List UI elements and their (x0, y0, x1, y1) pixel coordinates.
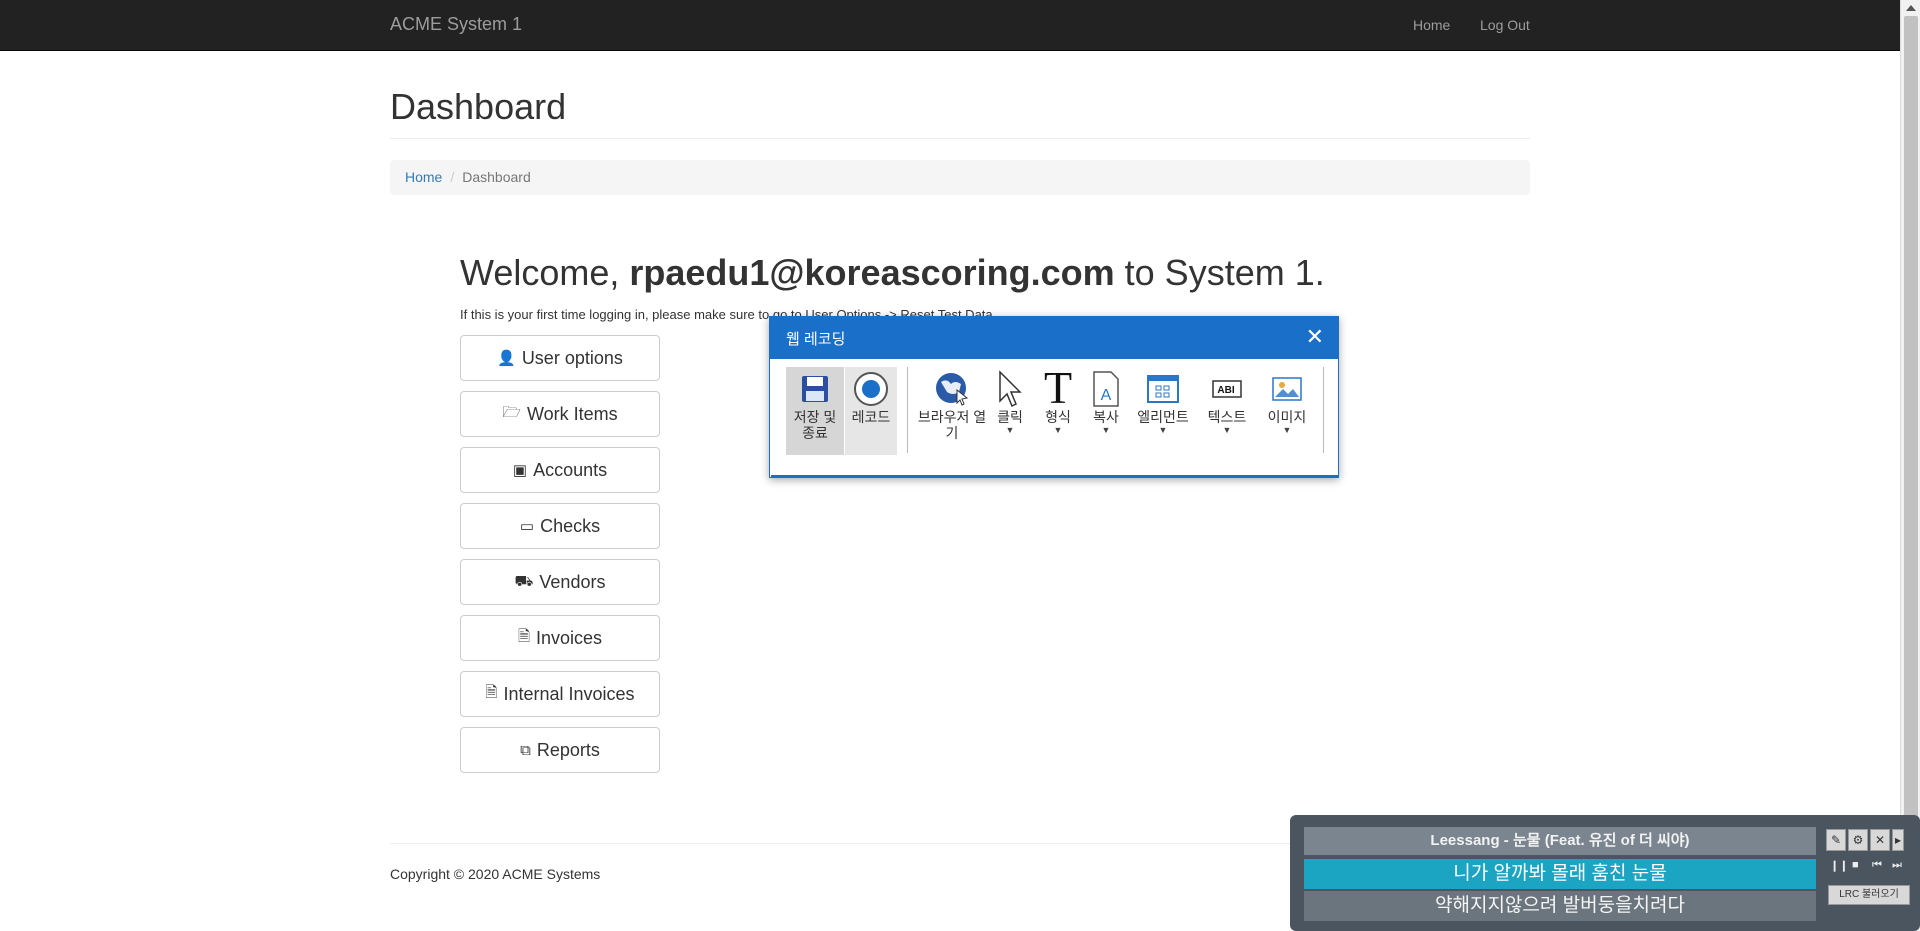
button-label: Reports (536, 739, 600, 760)
toolbar-separator (907, 367, 908, 453)
web-recording-dialog: 웹 레코딩 ✕ 저장 및 종료 레코드 브라우저 열기 클릭 ▼ T 형식 ▼ (769, 316, 1339, 478)
close-icon[interactable]: ✕ (1306, 324, 1324, 350)
save-and-exit-button[interactable]: 저장 및 종료 (786, 367, 844, 455)
text-tool-button[interactable]: ABI 텍스트 ▼ (1202, 367, 1252, 455)
nav-logout-link[interactable]: Log Out (1480, 17, 1530, 33)
breadcrumb-current: Dashboard (462, 169, 531, 185)
chevron-down-icon[interactable]: ▼ (1036, 425, 1080, 435)
dialog-titlebar[interactable]: 웹 레코딩 ✕ (770, 317, 1338, 359)
brand-link[interactable]: ACME System 1 (390, 14, 522, 35)
image-icon (1260, 367, 1314, 409)
text-t-icon: T (1043, 362, 1073, 413)
button-label: Accounts (533, 459, 608, 480)
next-icon[interactable]: ⏭ (1892, 859, 1902, 872)
record-button[interactable]: 레코드 (845, 367, 897, 455)
current-lyric-line: 니가 알까봐 몰래 훔친 눈물 (1304, 859, 1816, 889)
user-options-button[interactable]: 👤 User options (460, 335, 660, 381)
breadcrumb-separator: / (450, 169, 455, 185)
button-label: Invoices (536, 627, 603, 648)
copy-icon: ⧉ (520, 741, 531, 759)
breadcrumb-home-link[interactable]: Home (405, 169, 442, 185)
folder-open-icon: 🗁 (502, 403, 521, 421)
edit-icon[interactable]: ✎ (1826, 829, 1846, 851)
pause-icon[interactable]: ❙❙ (1830, 859, 1848, 872)
lyrics-player: Leessang - 눈물 (Feat. 유진 of 더 씨야) 니가 알까봐 … (1290, 815, 1920, 931)
scroll-up-arrow[interactable] (1901, 0, 1920, 16)
welcome-heading: Welcome, rpaedu1@koreascoring.com to Sys… (460, 252, 1325, 294)
chevron-down-icon[interactable]: ▼ (990, 425, 1030, 435)
chevron-down-icon[interactable]: ▼ (1084, 425, 1128, 435)
credit-card-icon: ▭ (519, 518, 535, 535)
breadcrumb: Home / Dashboard (390, 160, 1530, 195)
scroll-thumb[interactable] (1904, 16, 1918, 916)
title-divider (390, 138, 1530, 139)
record-label: 레코드 (851, 409, 891, 425)
truck-icon: ⛟ (514, 572, 534, 590)
type-label: 형식 (1045, 409, 1071, 425)
stop-icon[interactable]: ■ (1852, 859, 1859, 871)
save-label: 저장 및 종료 (793, 409, 837, 441)
open-browser-button[interactable]: 브라우저 열기 (917, 367, 987, 455)
globe-cursor-icon (917, 367, 987, 409)
record-icon (845, 367, 897, 409)
load-lrc-button[interactable]: LRC 불러오기 (1828, 885, 1910, 905)
welcome-suffix: to System 1. (1114, 252, 1325, 293)
invoices-button[interactable]: 🗎 Invoices (460, 615, 660, 661)
next-lyric-line: 약해지지않으려 발버둥을치려다 (1304, 891, 1816, 921)
copyright: Copyright © 2020 ACME Systems (390, 866, 601, 882)
type-tool-button[interactable]: T 형식 ▼ (1036, 362, 1080, 455)
button-label: Work Items (526, 403, 618, 424)
floppy-disk-icon (786, 367, 844, 409)
accounts-button[interactable]: ▣ Accounts (460, 447, 660, 493)
lyrics-display: Leessang - 눈물 (Feat. 유진 of 더 씨야) 니가 알까봐 … (1304, 827, 1816, 923)
user-icon: 👤 (497, 350, 516, 367)
page-title: Dashboard (390, 86, 567, 127)
svg-text:A: A (1101, 387, 1112, 404)
user-email: rpaedu1@koreascoring.com (629, 252, 1115, 293)
money-icon: ▣ (512, 462, 528, 479)
click-label: 클릭 (997, 409, 1023, 425)
document-a-icon: A (1084, 367, 1128, 409)
file-text-icon: 🗎 (485, 683, 498, 701)
previous-icon[interactable]: ⏮ (1872, 859, 1882, 872)
image-label: 이미지 (1267, 409, 1307, 425)
work-items-button[interactable]: 🗁 Work Items (460, 391, 660, 437)
reports-button[interactable]: ⧉ Reports (460, 727, 660, 773)
open-browser-label: 브라우저 열기 (917, 409, 987, 441)
chevron-down-icon[interactable]: ▼ (1132, 425, 1194, 435)
button-label: Internal Invoices (503, 683, 635, 704)
copy-label: 복사 (1093, 409, 1119, 425)
close-icon[interactable]: ✕ (1870, 829, 1890, 851)
dialog-bottom-border (771, 475, 1339, 477)
checks-button[interactable]: ▭ Checks (460, 503, 660, 549)
page-scrollbar[interactable] (1900, 0, 1920, 931)
button-label: User options (521, 347, 623, 368)
dialog-title: 웹 레코딩 (786, 331, 846, 348)
image-tool-button[interactable]: 이미지 ▼ (1260, 367, 1314, 455)
settings-icon[interactable]: ⚙ (1848, 829, 1868, 851)
chevron-down-icon[interactable]: ▼ (1202, 425, 1252, 435)
navbar: ACME System 1 Home Log Out (0, 0, 1900, 51)
footer-divider (390, 843, 1290, 844)
button-label: Checks (540, 515, 601, 536)
button-label: Vendors (539, 571, 606, 592)
svg-text:ABI: ABI (1217, 385, 1234, 396)
nav-home-link[interactable]: Home (1413, 17, 1450, 33)
welcome-prefix: Welcome, (460, 252, 630, 293)
pointer-icon (990, 367, 1030, 409)
text-label: 텍스트 (1207, 409, 1247, 425)
copy-tool-button[interactable]: A 복사 ▼ (1084, 367, 1128, 455)
chevron-down-icon[interactable]: ▼ (1260, 425, 1314, 435)
toolbar-separator (1323, 367, 1324, 453)
click-tool-button[interactable]: 클릭 ▼ (990, 367, 1030, 455)
internal-invoices-button[interactable]: 🗎 Internal Invoices (460, 671, 660, 717)
element-label: 엘리먼트 (1137, 409, 1189, 425)
file-text-icon: 🗎 (517, 627, 530, 645)
text-field-icon: ABI (1202, 367, 1252, 409)
window-element-icon (1132, 367, 1194, 409)
expand-arrow-icon[interactable]: ▸ (1892, 829, 1904, 851)
vendors-button[interactable]: ⛟ Vendors (460, 559, 660, 605)
element-tool-button[interactable]: 엘리먼트 ▼ (1132, 367, 1194, 455)
song-title: Leessang - 눈물 (Feat. 유진 of 더 씨야) (1304, 827, 1816, 855)
